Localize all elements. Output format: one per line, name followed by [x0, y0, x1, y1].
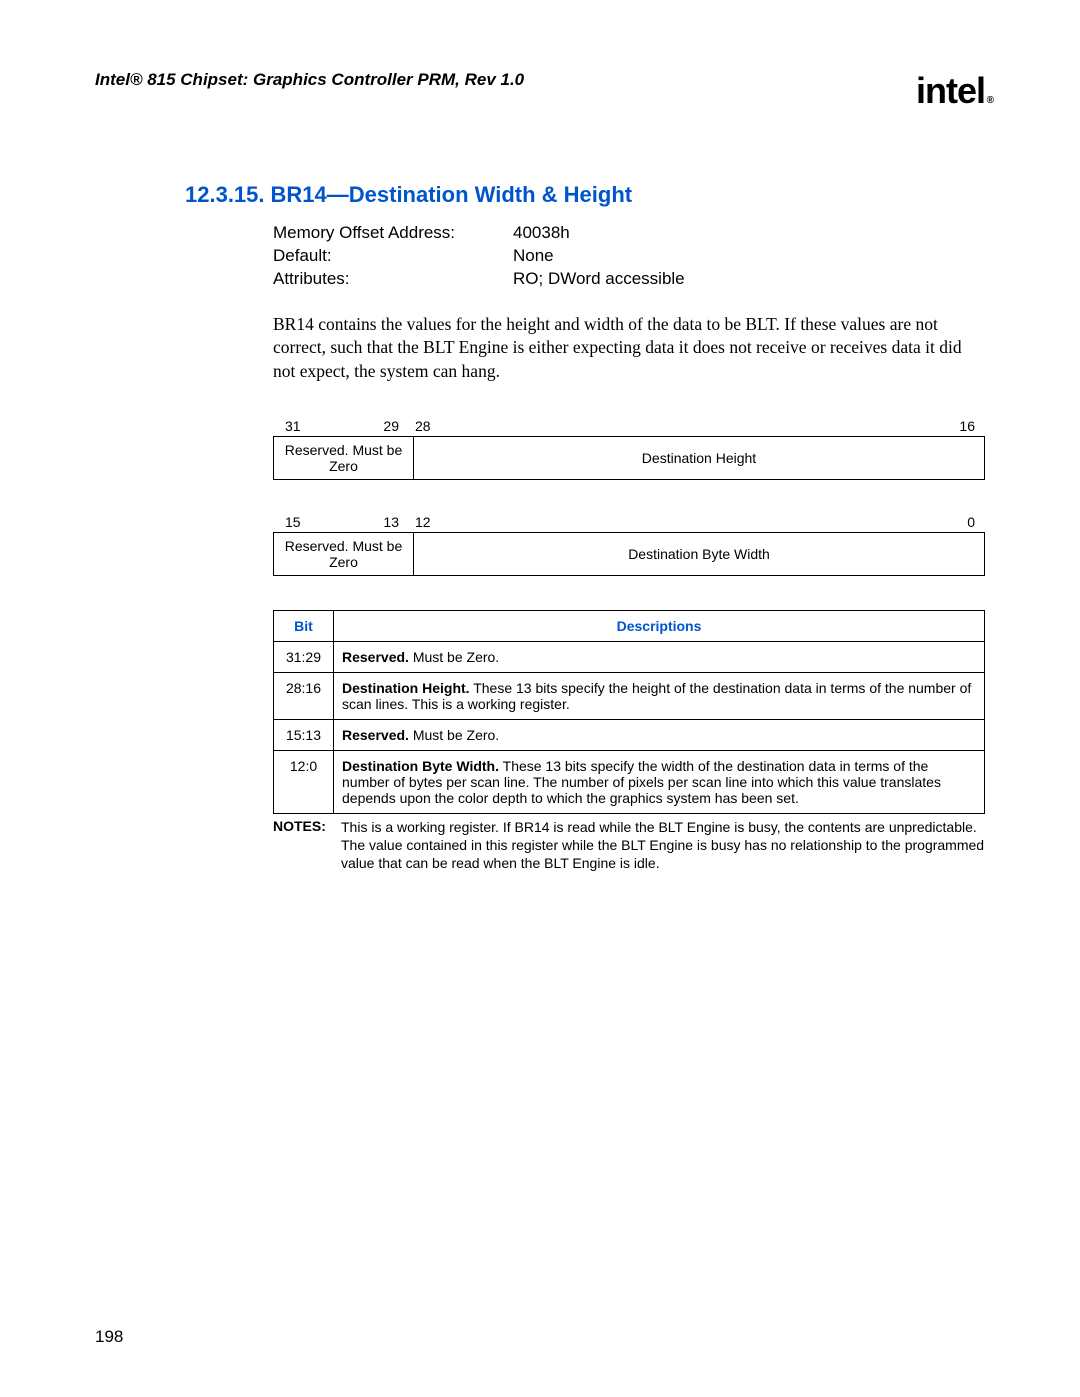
body-paragraph: BR14 contains the values for the height … — [273, 313, 975, 384]
table-header-desc: Descriptions — [334, 610, 985, 641]
notes-label: NOTES: — [273, 818, 341, 873]
intel-logo: intel® — [916, 70, 985, 112]
desc-bold: Reserved. — [342, 649, 409, 665]
bit-cell: 12:0 — [274, 750, 334, 813]
attr-value: RO; DWord accessible — [513, 268, 685, 291]
bit-label: 13 — [303, 514, 403, 530]
logo-text: intel — [916, 70, 985, 111]
bit-row: Reserved. Must be Zero Destination Byte … — [273, 532, 985, 576]
attr-label: Memory Offset Address: — [273, 222, 513, 245]
table-header-bit: Bit — [274, 610, 334, 641]
section-heading: 12.3.15.BR14—Destination Width & Height — [185, 182, 985, 208]
bit-label: 12 — [403, 514, 433, 530]
page-header: Intel® 815 Chipset: Graphics Controller … — [95, 70, 985, 112]
desc-bold: Reserved. — [342, 727, 409, 743]
desc-text: Must be Zero. — [409, 649, 499, 665]
document-title: Intel® 815 Chipset: Graphics Controller … — [95, 70, 524, 90]
bit-field-cell: Destination Byte Width — [414, 533, 984, 575]
table-row: 31:29 Reserved. Must be Zero. — [274, 641, 985, 672]
page-number: 198 — [95, 1327, 123, 1347]
bit-reserved-cell: Reserved. Must be Zero — [274, 437, 414, 479]
attribute-list: Memory Offset Address: 40038h Default: N… — [273, 222, 985, 291]
attr-value: None — [513, 245, 554, 268]
desc-cell: Destination Height. These 13 bits specif… — [334, 672, 985, 719]
section-title: BR14—Destination Width & Height — [271, 182, 633, 207]
attr-row: Attributes: RO; DWord accessible — [273, 268, 985, 291]
bitfield-diagram-1: 31 29 28 16 Reserved. Must be Zero Desti… — [273, 418, 985, 480]
attr-label: Attributes: — [273, 268, 513, 291]
table-row: 28:16 Destination Height. These 13 bits … — [274, 672, 985, 719]
desc-cell: Reserved. Must be Zero. — [334, 641, 985, 672]
table-header-row: Bit Descriptions — [274, 610, 985, 641]
attr-label: Default: — [273, 245, 513, 268]
attr-row: Default: None — [273, 245, 985, 268]
section-number: 12.3.15. — [185, 182, 265, 207]
bit-label: 16 — [433, 418, 985, 434]
bit-cell: 28:16 — [274, 672, 334, 719]
notes-block: NOTES: This is a working register. If BR… — [273, 818, 985, 873]
desc-cell: Destination Byte Width. These 13 bits sp… — [334, 750, 985, 813]
bit-label: 15 — [273, 514, 303, 530]
logo-registered: ® — [987, 95, 993, 106]
bit-cell: 31:29 — [274, 641, 334, 672]
bit-label: 29 — [303, 418, 403, 434]
bit-label: 0 — [433, 514, 985, 530]
desc-cell: Reserved. Must be Zero. — [334, 719, 985, 750]
bit-reserved-cell: Reserved. Must be Zero — [274, 533, 414, 575]
bit-labels: 31 29 28 16 — [273, 418, 985, 434]
notes-text: This is a working register. If BR14 is r… — [341, 818, 985, 873]
desc-bold: Destination Height. — [342, 680, 470, 696]
attr-value: 40038h — [513, 222, 570, 245]
bit-row: Reserved. Must be Zero Destination Heigh… — [273, 436, 985, 480]
table-row: 12:0 Destination Byte Width. These 13 bi… — [274, 750, 985, 813]
description-table: Bit Descriptions 31:29 Reserved. Must be… — [273, 610, 985, 814]
bit-labels: 15 13 12 0 — [273, 514, 985, 530]
desc-text: Must be Zero. — [409, 727, 499, 743]
bit-cell: 15:13 — [274, 719, 334, 750]
bit-field-cell: Destination Height — [414, 437, 984, 479]
table-row: 15:13 Reserved. Must be Zero. — [274, 719, 985, 750]
desc-bold: Destination Byte Width. — [342, 758, 499, 774]
attr-row: Memory Offset Address: 40038h — [273, 222, 985, 245]
bit-label: 28 — [403, 418, 433, 434]
bit-label: 31 — [273, 418, 303, 434]
bitfield-diagram-2: 15 13 12 0 Reserved. Must be Zero Destin… — [273, 514, 985, 576]
